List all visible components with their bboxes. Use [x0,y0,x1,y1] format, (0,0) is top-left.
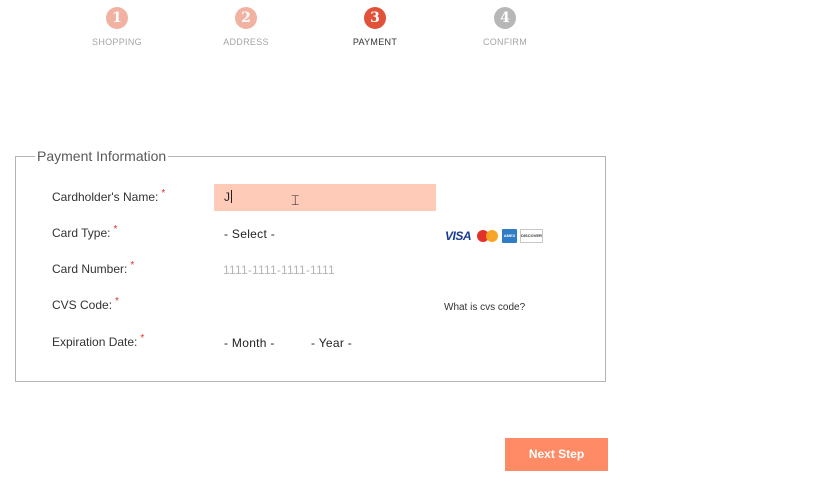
card-number-label-text: Card Number: [52,262,128,276]
next-step-button[interactable]: Next Step [505,438,608,471]
required-asterisk: * [140,333,145,344]
card-type-select[interactable]: - Select - [224,227,275,241]
discover-logo-icon: DISCOVER [520,229,543,243]
ibeam-cursor-icon: ⌶ [291,193,300,209]
fieldset-legend: Payment Information [35,148,169,164]
cardholder-name-input[interactable]: J [214,184,436,211]
cardholder-name-label: Cardholder's Name: * [52,188,166,204]
step-number: 4 [494,7,516,29]
step-label: PAYMENT [352,37,398,47]
card-type-label-text: Card Type: [52,226,111,240]
required-asterisk: * [115,296,119,307]
amex-logo-icon: AMEX [502,229,517,243]
expiration-date-label: Expiration Date: * [52,333,145,349]
required-asterisk: * [113,224,118,235]
expiry-year-select[interactable]: - Year - [311,336,352,350]
payment-fieldset: Payment Information Cardholder's Name: * … [15,148,606,382]
step-label: CONFIRM [482,37,528,47]
step-shopping[interactable]: 1 SHOPPING [57,7,177,47]
required-asterisk: * [130,260,135,271]
expiry-month-select[interactable]: - Month - [224,336,275,350]
cvs-code-label-text: CVS Code: [52,298,113,312]
card-type-label: Card Type: * [52,224,118,240]
step-label: SHOPPING [92,37,142,47]
mastercard-logo-icon [477,229,499,243]
expiration-date-label-text: Expiration Date: [52,335,138,349]
visa-logo-icon: VISA [445,229,472,243]
step-address[interactable]: 2 ADDRESS [186,7,306,47]
step-number: 3 [364,7,386,29]
text-caret [231,190,232,203]
step-number: 2 [235,7,257,29]
card-number-label: Card Number: * [52,260,135,276]
step-payment[interactable]: 3 PAYMENT [315,7,435,47]
step-label: ADDRESS [223,37,269,47]
step-number: 1 [106,7,128,29]
cvs-code-label: CVS Code: * [52,296,119,312]
cardholder-name-label-text: Cardholder's Name: [52,190,159,204]
cvs-help-link[interactable]: What is cvs code? [444,302,525,313]
step-confirm[interactable]: 4 CONFIRM [445,7,565,47]
card-number-input[interactable]: 1111-1111-1111-1111 [223,263,335,277]
cardholder-name-value: J [224,190,230,204]
required-asterisk: * [161,188,166,199]
